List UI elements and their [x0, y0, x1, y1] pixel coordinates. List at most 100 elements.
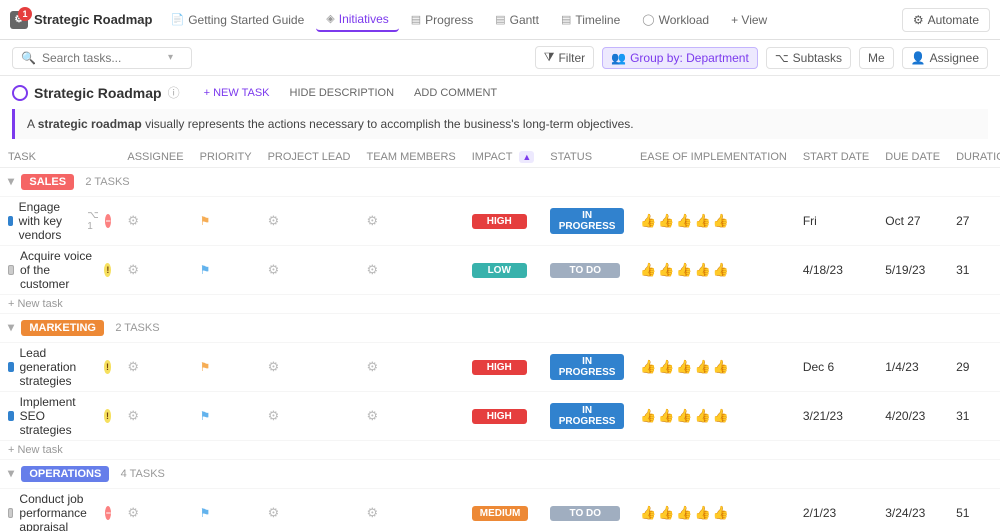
- tab-workload[interactable]: ◯ Workload: [632, 9, 719, 31]
- task-duration-cell: 31: [948, 246, 1000, 295]
- add-comment-button[interactable]: ADD COMMENT: [408, 85, 503, 101]
- table-row[interactable]: Conduct job performance appraisal − ⚙ ⚑ …: [0, 489, 1000, 531]
- new-task-label[interactable]: + New task: [0, 441, 1000, 460]
- description-text-before: A: [27, 117, 38, 131]
- group-header-cell: ▾ OPERATIONS 4 TASKS: [0, 460, 1000, 489]
- task-priority-cell[interactable]: ⚑: [192, 392, 260, 441]
- table-row[interactable]: Implement SEO strategies ! ⚙ ⚑ ⚙ ⚙ HIGH: [0, 392, 1000, 441]
- task-priority-cell[interactable]: ⚑: [192, 343, 260, 392]
- subtasks-button[interactable]: ⌥ Subtasks: [766, 47, 851, 69]
- task-assignee-cell[interactable]: ⚙: [119, 489, 191, 531]
- duration-value: 31: [956, 409, 969, 423]
- task-lead-cell[interactable]: ⚙: [260, 246, 359, 295]
- new-task-breadcrumb-button[interactable]: + NEW TASK: [198, 85, 276, 101]
- assignee-button[interactable]: 👤 Assignee: [902, 47, 988, 69]
- search-box[interactable]: 🔍 ▾: [12, 47, 192, 69]
- task-assignee-cell[interactable]: ⚙: [119, 246, 191, 295]
- info-icon: !: [104, 263, 111, 277]
- impact-badge: HIGH: [472, 360, 527, 375]
- new-task-row-marketing[interactable]: + New task: [0, 441, 1000, 460]
- start-date: 2/1/23: [803, 506, 836, 520]
- task-name-cell: Lead generation strategies !: [0, 343, 119, 392]
- task-assignee-cell[interactable]: ⚙: [119, 197, 191, 246]
- filter-button[interactable]: ⧩ Filter: [535, 46, 594, 69]
- tab-gantt[interactable]: ▤ Gantt: [485, 9, 549, 31]
- task-priority-cell[interactable]: ⚑: [192, 197, 260, 246]
- thumb-icon: 👍: [695, 262, 711, 278]
- task-due-date-cell: 5/19/23: [877, 246, 948, 295]
- task-lead-cell[interactable]: ⚙: [260, 392, 359, 441]
- info-circle-icon: ⓘ: [168, 84, 180, 101]
- start-date: 3/21/23: [803, 409, 843, 423]
- new-task-row-sales[interactable]: + New task: [0, 295, 1000, 314]
- col-header-ease: EASE OF IMPLEMENTATION: [632, 147, 795, 168]
- thumb-icon: 👍: [640, 262, 656, 278]
- duration-value: 51: [956, 506, 969, 520]
- table-row[interactable]: Lead generation strategies ! ⚙ ⚑ ⚙ ⚙ HIG…: [0, 343, 1000, 392]
- group-toggle-operations[interactable]: ▾: [8, 466, 14, 480]
- task-members-cell[interactable]: ⚙: [359, 197, 464, 246]
- task-status-cell: TO DO: [542, 246, 632, 295]
- task-members-cell[interactable]: ⚙: [359, 246, 464, 295]
- impact-badge: MEDIUM: [472, 506, 529, 521]
- task-members-cell[interactable]: ⚙: [359, 489, 464, 531]
- subtasks-icon: ⌥: [775, 51, 789, 65]
- task-name-text: Conduct job performance appraisal: [19, 492, 99, 531]
- tab-progress[interactable]: ▤ Progress: [401, 9, 483, 31]
- task-members-cell[interactable]: ⚙: [359, 343, 464, 392]
- due-date: 4/20/23: [885, 409, 925, 423]
- task-priority-cell[interactable]: ⚑: [192, 246, 260, 295]
- table-row[interactable]: Engage with key vendors ⌥ 1 − ⚙ ⚑ ⚙ ⚙ HI…: [0, 197, 1000, 246]
- tab-getting-started[interactable]: 📄 Getting Started Guide: [160, 9, 314, 31]
- task-name-cell: Conduct job performance appraisal −: [0, 489, 119, 531]
- task-assignee-cell[interactable]: ⚙: [119, 343, 191, 392]
- priority-flag-icon: ⚑: [200, 506, 211, 520]
- task-impact-cell: HIGH: [464, 197, 543, 246]
- group-toggle-marketing[interactable]: ▾: [8, 320, 14, 334]
- task-name-text: Implement SEO strategies: [20, 395, 98, 437]
- tab-timeline[interactable]: ▤ Timeline: [551, 9, 630, 31]
- me-button[interactable]: Me: [859, 47, 894, 69]
- task-lead-cell[interactable]: ⚙: [260, 197, 359, 246]
- assignee-gear-icon: ⚙: [127, 408, 139, 423]
- assignee-gear-icon: ⚙: [127, 213, 139, 228]
- thumb-icon: 👍: [640, 213, 656, 229]
- description-bold-text: strategic roadmap: [38, 117, 142, 131]
- page-description: A strategic roadmap visually represents …: [12, 109, 988, 139]
- breadcrumb-title-area: Strategic Roadmap ⓘ: [12, 84, 180, 101]
- members-gear-icon: ⚙: [367, 359, 379, 374]
- task-due-date-cell: Oct 27: [877, 197, 948, 246]
- task-ease-cell: 👍👍👍👍👍: [632, 392, 795, 441]
- group-by-button[interactable]: 👥 Group by: Department: [602, 47, 758, 69]
- hide-description-button[interactable]: HIDE DESCRIPTION: [284, 85, 401, 101]
- search-input[interactable]: [42, 51, 162, 65]
- tab-add-view[interactable]: + View: [721, 9, 777, 31]
- task-lead-cell[interactable]: ⚙: [260, 343, 359, 392]
- thumb-icon: 👍: [695, 408, 711, 424]
- table-header: TASK ASSIGNEE PRIORITY PROJECT LEAD TEAM…: [0, 147, 1000, 168]
- task-assignee-cell[interactable]: ⚙: [119, 392, 191, 441]
- ease-thumbs: 👍👍👍👍👍: [640, 262, 787, 278]
- notification-badge: 1: [18, 7, 32, 21]
- group-label-marketing: MARKETING: [21, 320, 104, 336]
- thumb-icon: 👍: [676, 505, 692, 521]
- status-badge: TO DO: [550, 263, 620, 278]
- priority-flag-icon: ⚑: [200, 214, 211, 228]
- table-row[interactable]: Acquire voice of the customer ! ⚙ ⚑ ⚙ ⚙ …: [0, 246, 1000, 295]
- task-priority-cell[interactable]: ⚑: [192, 489, 260, 531]
- tab-initiatives[interactable]: ◈ Initiatives: [316, 8, 399, 32]
- group-toggle-sales[interactable]: ▾: [8, 174, 14, 188]
- thumb-icon: 👍: [695, 359, 711, 375]
- new-task-label[interactable]: + New task: [0, 295, 1000, 314]
- start-date: Fri: [803, 214, 817, 228]
- task-status-cell: TO DO: [542, 489, 632, 531]
- col-header-priority: PRIORITY: [192, 147, 260, 168]
- task-status-cell: IN PROGRESS: [542, 343, 632, 392]
- thumb-icon: 👍: [713, 359, 729, 375]
- task-lead-cell[interactable]: ⚙: [260, 489, 359, 531]
- automate-button[interactable]: ⚙ Automate: [902, 8, 990, 32]
- task-members-cell[interactable]: ⚙: [359, 392, 464, 441]
- table-body: ▾ SALES 2 TASKS Engage with key vendors …: [0, 168, 1000, 531]
- group-task-count-marketing: 2 TASKS: [115, 322, 159, 334]
- assignee-label: Assignee: [930, 51, 979, 65]
